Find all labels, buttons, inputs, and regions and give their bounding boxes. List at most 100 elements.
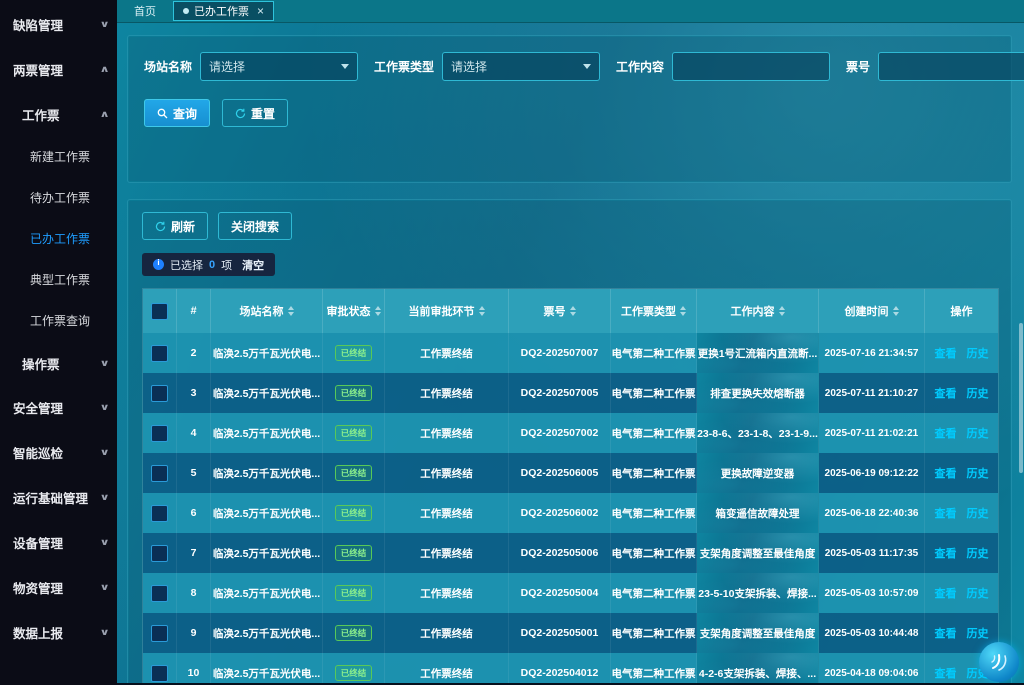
action-查看[interactable]: 查看 — [935, 505, 957, 521]
sort-icon[interactable] — [680, 306, 686, 316]
sort-icon[interactable] — [893, 306, 899, 316]
row-checkbox[interactable] — [151, 665, 168, 682]
clear-selection-link[interactable]: 清空 — [242, 257, 264, 273]
row-checkbox[interactable] — [151, 385, 168, 402]
tab-首页[interactable]: 首页 — [125, 2, 165, 20]
sort-icon[interactable] — [779, 306, 785, 316]
row-number: 10 — [177, 653, 211, 683]
sidebar-item-工作票[interactable]: 工作票∧ — [0, 92, 117, 136]
action-历史[interactable]: 历史 — [967, 545, 989, 561]
main-area: 首页已办工作票× 场站名称请选择工作票类型请选择工作内容票号 查询 — [117, 0, 1024, 683]
action-历史[interactable]: 历史 — [967, 385, 989, 401]
row-number: 9 — [177, 613, 211, 653]
column-header-审批状态[interactable]: 审批状态 — [323, 289, 385, 333]
ticket-type-select[interactable]: 请选择 — [442, 52, 600, 81]
row-checkbox[interactable] — [151, 545, 168, 562]
sidebar-item-设备管理[interactable]: 设备管理∨ — [0, 520, 117, 565]
close-search-button[interactable]: 关闭搜索 — [218, 212, 292, 240]
reset-button[interactable]: 重置 — [222, 99, 288, 127]
created-time: 2025-07-11 21:02:21 — [819, 413, 925, 453]
column-header-创建时间[interactable]: 创建时间 — [819, 289, 925, 333]
action-历史[interactable]: 历史 — [967, 585, 989, 601]
sort-icon[interactable] — [479, 306, 485, 316]
status-cell: 已终结 — [323, 453, 385, 493]
action-查看[interactable]: 查看 — [935, 345, 957, 361]
action-查看[interactable]: 查看 — [935, 465, 957, 481]
status-badge: 已终结 — [335, 465, 373, 481]
query-button[interactable]: 查询 — [144, 99, 210, 127]
column-header-工作票类型[interactable]: 工作票类型 — [611, 289, 697, 333]
column-header-场站名称[interactable]: 场站名称 — [211, 289, 323, 333]
action-历史[interactable]: 历史 — [967, 625, 989, 641]
status-cell: 已终结 — [323, 333, 385, 373]
row-actions: 查看历史 — [925, 373, 998, 413]
ticket-number: DQ2-202506005 — [509, 453, 611, 493]
tab-已办工作票[interactable]: 已办工作票× — [173, 1, 274, 21]
row-checkbox[interactable] — [151, 625, 168, 642]
sidebar-item-典型工作票[interactable]: 典型工作票 — [0, 259, 117, 300]
action-查看[interactable]: 查看 — [935, 625, 957, 641]
sort-icon[interactable] — [375, 306, 381, 316]
column-label: 工作票类型 — [621, 303, 676, 319]
sidebar-item-物资管理[interactable]: 物资管理∨ — [0, 565, 117, 610]
action-查看[interactable]: 查看 — [935, 385, 957, 401]
column-header-票号[interactable]: 票号 — [509, 289, 611, 333]
status-badge: 已终结 — [335, 425, 373, 441]
sort-icon[interactable] — [288, 306, 294, 316]
sidebar-item-待办工作票[interactable]: 待办工作票 — [0, 177, 117, 218]
vertical-scrollbar[interactable] — [1019, 323, 1023, 473]
sidebar-item-工作票查询[interactable]: 工作票查询 — [0, 300, 117, 341]
work-content-input[interactable] — [672, 52, 830, 81]
row-checkbox-cell — [143, 613, 177, 653]
row-checkbox[interactable] — [151, 345, 168, 362]
sidebar-item-新建工作票[interactable]: 新建工作票 — [0, 136, 117, 177]
row-checkbox[interactable] — [151, 425, 168, 442]
sort-icon[interactable] — [570, 306, 576, 316]
sidebar-item-操作票[interactable]: 操作票∨ — [0, 341, 117, 385]
table-row: 6临涣2.5万千瓦光伏电...已终结工作票终结DQ2-202506002电气第二… — [143, 493, 998, 533]
search-field-1: 工作票类型请选择 — [374, 52, 600, 81]
action-查看[interactable]: 查看 — [935, 545, 957, 561]
caret-down-icon — [680, 312, 686, 316]
row-checkbox-cell — [143, 653, 177, 683]
ticket-number-input[interactable] — [878, 52, 1024, 81]
sidebar-item-数据上报[interactable]: 数据上报∨ — [0, 610, 117, 655]
sidebar-item-label: 运行基础管理 — [13, 488, 88, 507]
column-header-工作内容[interactable]: 工作内容 — [697, 289, 819, 333]
floating-logo[interactable] — [979, 642, 1019, 682]
action-历史[interactable]: 历史 — [967, 345, 989, 361]
sidebar-item-两票管理[interactable]: 两票管理∧ — [0, 47, 117, 92]
caret-down-icon — [779, 312, 785, 316]
column-header-当前审批环节[interactable]: 当前审批环节 — [385, 289, 509, 333]
refresh-button[interactable]: 刷新 — [142, 212, 208, 240]
status-badge: 已终结 — [335, 585, 373, 601]
action-历史[interactable]: 历史 — [967, 425, 989, 441]
sidebar-item-智能巡检[interactable]: 智能巡检∨ — [0, 430, 117, 475]
ticket-type: 电气第二种工作票 — [611, 453, 697, 493]
action-查看[interactable]: 查看 — [935, 665, 957, 681]
table-header: #场站名称审批状态当前审批环节票号工作票类型工作内容创建时间操作 — [143, 289, 998, 333]
selection-count: 0 — [209, 259, 215, 271]
sidebar-item-label: 智能巡检 — [13, 443, 63, 462]
select-all-checkbox[interactable] — [151, 303, 168, 320]
work-content: 更换故障逆变器 — [697, 453, 819, 493]
station-name-select[interactable]: 请选择 — [200, 52, 358, 81]
sidebar-item-缺陷管理[interactable]: 缺陷管理∨ — [0, 2, 117, 47]
row-checkbox[interactable] — [151, 465, 168, 482]
action-历史[interactable]: 历史 — [967, 505, 989, 521]
row-checkbox-cell — [143, 333, 177, 373]
sidebar-item-安全管理[interactable]: 安全管理∨ — [0, 385, 117, 430]
column-label: # — [190, 305, 196, 317]
status-badge: 已终结 — [335, 665, 373, 681]
approval-stage: 工作票终结 — [385, 613, 509, 653]
action-查看[interactable]: 查看 — [935, 585, 957, 601]
sidebar-item-运行基础管理[interactable]: 运行基础管理∨ — [0, 475, 117, 520]
search-field-0: 场站名称请选择 — [144, 52, 358, 81]
row-checkbox[interactable] — [151, 505, 168, 522]
row-checkbox[interactable] — [151, 585, 168, 602]
action-历史[interactable]: 历史 — [967, 465, 989, 481]
action-查看[interactable]: 查看 — [935, 425, 957, 441]
tab-close-icon[interactable]: × — [257, 4, 264, 18]
sidebar-item-已办工作票[interactable]: 已办工作票 — [0, 218, 117, 259]
app: 缺陷管理∨两票管理∧工作票∧新建工作票待办工作票已办工作票典型工作票工作票查询操… — [0, 0, 1024, 683]
